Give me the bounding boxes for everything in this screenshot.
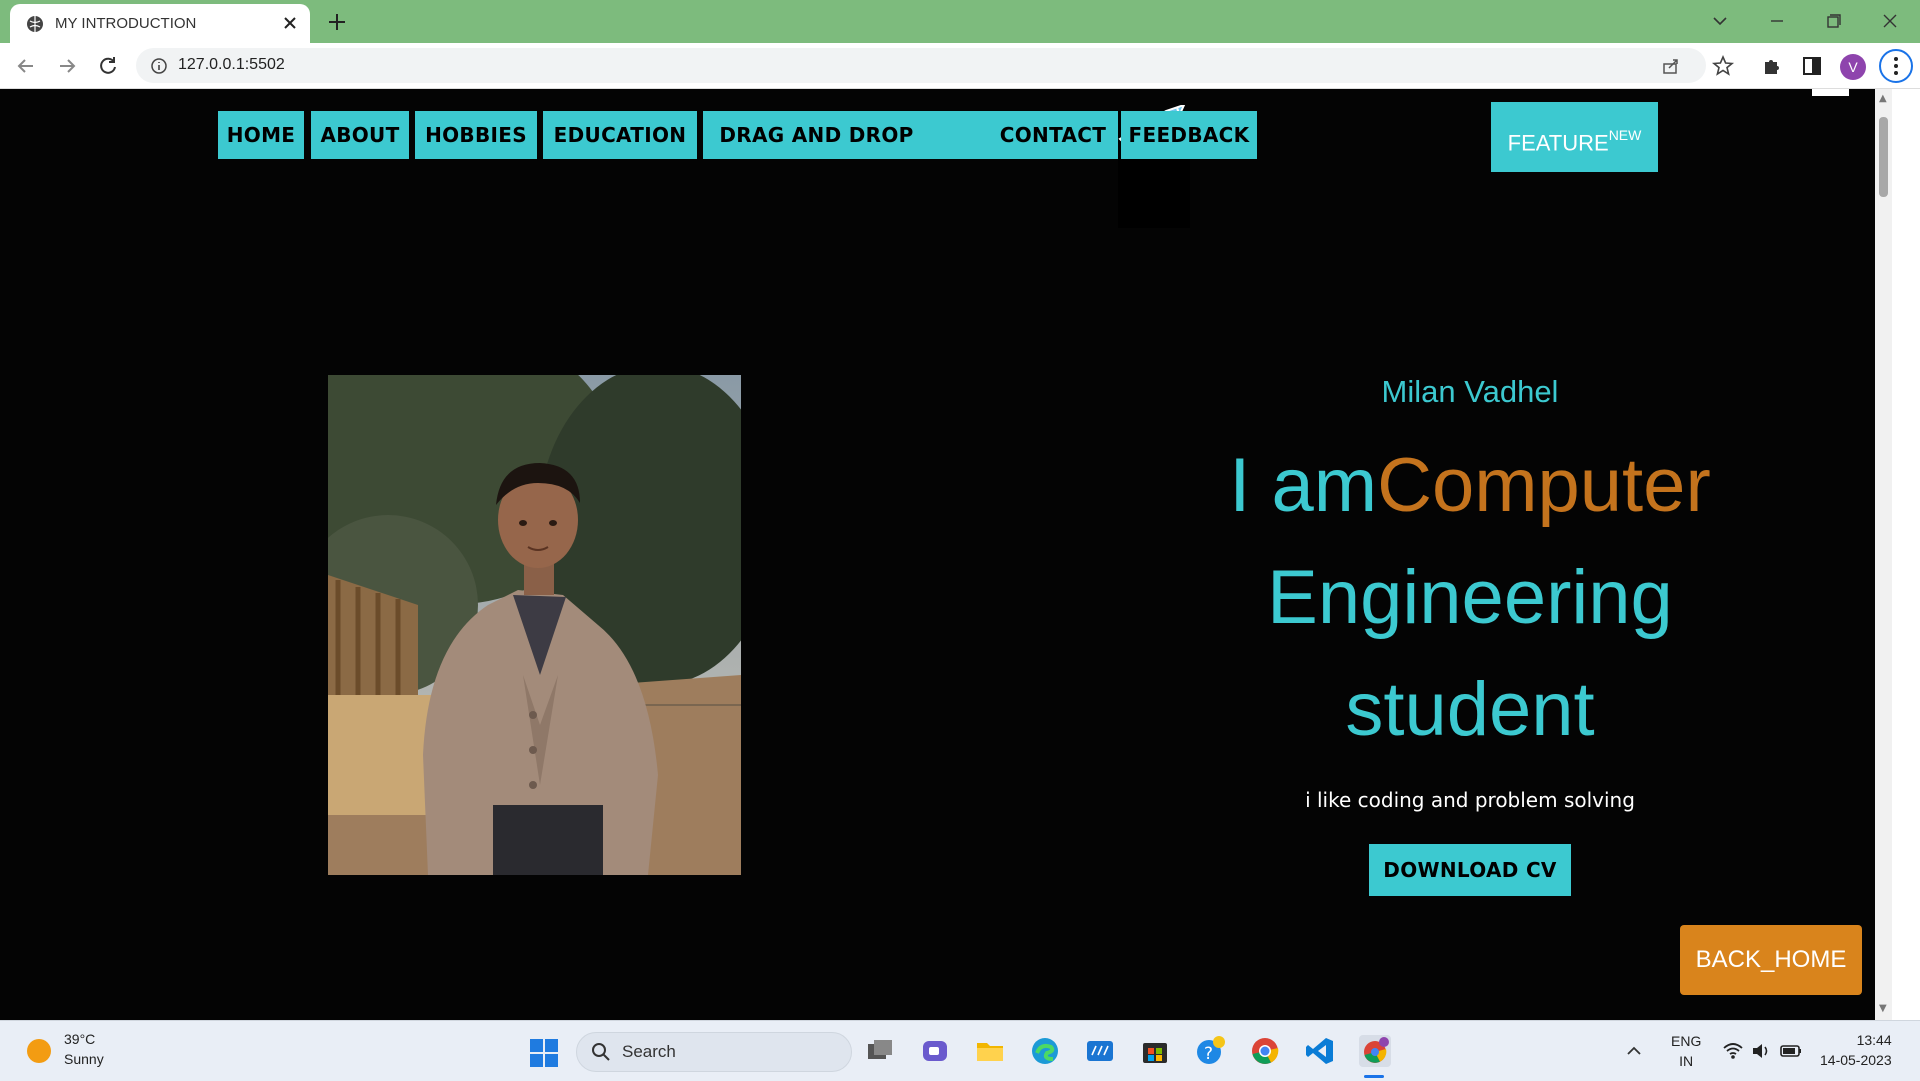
search-label: Search — [622, 1042, 676, 1061]
system-clock[interactable]: 13:44 14-05-2023 — [1820, 1030, 1892, 1070]
nav-feedback[interactable]: FEEDBACK — [1121, 111, 1257, 159]
site-info-icon[interactable] — [150, 57, 168, 75]
windows-start-icon[interactable] — [530, 1039, 558, 1067]
browser-tab[interactable]: MY INTRODUCTION — [10, 4, 310, 43]
language-indicator[interactable]: ENG IN — [1671, 1031, 1701, 1071]
side-panel-icon[interactable] — [1800, 54, 1824, 78]
page-viewport: HOME ABOUT HOBBIES EDUCATION DRAG AND DR… — [0, 89, 1875, 1020]
nav-about[interactable]: ABOUT — [311, 111, 409, 159]
reload-icon[interactable] — [96, 54, 120, 78]
nav-contact[interactable]: CONTACT — [991, 111, 1115, 159]
browser-toolbar: 127.0.0.1:5502 V — [0, 43, 1920, 89]
page-corner-element — [1812, 89, 1849, 96]
window-edge — [1892, 89, 1920, 1020]
back-home-button[interactable]: BACK_HOME — [1680, 925, 1862, 995]
extensions-puzzle-icon[interactable] — [1760, 54, 1784, 78]
myhp-icon[interactable] — [1084, 1035, 1116, 1067]
download-cv-button[interactable]: DOWNLOAD CV — [1369, 844, 1571, 896]
teams-chat-icon[interactable] — [919, 1035, 951, 1067]
hero-section: Milan Vadhel I amComputer Engineering st… — [1180, 364, 1760, 896]
hero-line3: student — [1345, 667, 1595, 752]
nav-education[interactable]: EDUCATION — [543, 111, 697, 159]
three-dots-icon — [1894, 57, 1898, 75]
restore-icon[interactable] — [1818, 8, 1848, 34]
close-tab-icon[interactable] — [280, 13, 300, 33]
minimize-icon[interactable] — [1762, 8, 1792, 34]
task-view-icon[interactable] — [864, 1035, 896, 1067]
taskbar-search[interactable]: Search — [576, 1032, 852, 1072]
scrollbar-thumb[interactable] — [1879, 117, 1888, 197]
chrome-profile-icon[interactable] — [1359, 1035, 1391, 1067]
hero-name: Milan Vadhel — [1381, 374, 1559, 409]
back-arrow-icon[interactable] — [14, 54, 38, 78]
bookmark-star-icon[interactable] — [1711, 54, 1735, 78]
volume-icon[interactable] — [1750, 1040, 1772, 1062]
windows-taskbar: 39°C Sunny Search ? ENG IN 13:44 14-05-2… — [0, 1020, 1920, 1081]
profile-avatar[interactable]: V — [1840, 54, 1866, 80]
nav-hobbies[interactable]: HOBBIES — [415, 111, 537, 159]
sun-icon[interactable] — [27, 1039, 51, 1063]
clock-date: 14-05-2023 — [1820, 1052, 1892, 1068]
active-app-indicator — [1364, 1075, 1384, 1078]
browser-menu-button[interactable] — [1879, 49, 1913, 83]
hero-role: Computer — [1377, 443, 1711, 528]
svg-text:?: ? — [1204, 1044, 1213, 1064]
url-text: 127.0.0.1:5502 — [178, 56, 285, 73]
microsoft-store-icon[interactable] — [1139, 1035, 1171, 1067]
lang-line2: IN — [1679, 1053, 1694, 1069]
hero-headline: I amComputer Engineering student — [1180, 430, 1760, 766]
nav-drag-and-drop[interactable]: DRAG AND DROP — [703, 111, 930, 159]
scroll-down-icon[interactable]: ▼ — [1879, 1003, 1887, 1014]
feature-new-sup: NEW — [1608, 127, 1642, 143]
browser-tabbar: MY INTRODUCTION — [0, 0, 1920, 43]
file-explorer-icon[interactable] — [974, 1035, 1006, 1067]
nav-home[interactable]: HOME — [218, 111, 304, 159]
battery-icon[interactable] — [1779, 1040, 1803, 1062]
feature-label: FEATURE — [1507, 130, 1609, 156]
feature-button[interactable]: FEATURENEW — [1491, 102, 1658, 172]
scroll-up-icon[interactable]: ▲ — [1879, 93, 1887, 104]
chrome-icon[interactable] — [1249, 1035, 1281, 1067]
vscode-icon[interactable] — [1304, 1035, 1336, 1067]
clock-time: 13:44 — [1856, 1032, 1892, 1048]
wifi-icon[interactable] — [1722, 1040, 1744, 1062]
hero-line2: Engineering — [1267, 555, 1673, 640]
edge-browser-icon[interactable] — [1029, 1035, 1061, 1067]
page-scrollbar[interactable]: ▲ ▼ — [1875, 89, 1892, 1020]
tab-title: MY INTRODUCTION — [55, 15, 197, 32]
profile-photo — [328, 375, 741, 875]
chevron-up-icon[interactable] — [1624, 1041, 1644, 1061]
hero-tagline: i like coding and problem solving — [1305, 788, 1635, 812]
lang-line1: ENG — [1671, 1033, 1702, 1049]
share-icon[interactable] — [1661, 56, 1681, 76]
get-help-icon[interactable]: ? — [1194, 1035, 1226, 1067]
tab-search-chevron-icon[interactable] — [1705, 8, 1735, 34]
address-bar[interactable]: 127.0.0.1:5502 — [136, 48, 1706, 83]
weather-desc[interactable]: Sunny — [64, 1051, 104, 1067]
new-tab-icon[interactable] — [325, 10, 349, 34]
hero-intro: I am — [1229, 443, 1378, 528]
search-icon — [592, 1043, 610, 1061]
globe-icon — [27, 16, 43, 32]
forward-arrow-icon[interactable] — [55, 54, 79, 78]
close-window-icon[interactable] — [1875, 8, 1905, 34]
weather-temp[interactable]: 39°C — [64, 1031, 95, 1047]
